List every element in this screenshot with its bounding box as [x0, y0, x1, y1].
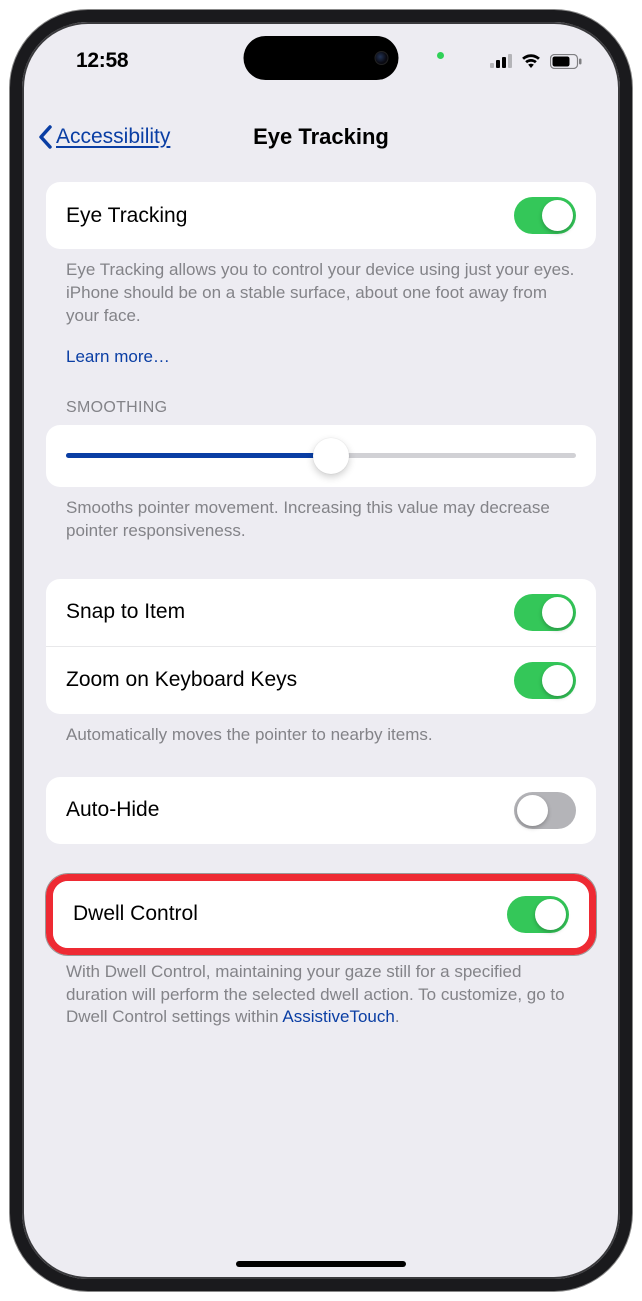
- auto-hide-card: Auto-Hide: [46, 777, 596, 844]
- eye-tracking-card: Eye Tracking: [46, 182, 596, 249]
- eye-tracking-footer: Eye Tracking allows you to control your …: [46, 249, 596, 328]
- smoothing-slider-card: [46, 425, 596, 487]
- dwell-control-toggle[interactable]: [507, 896, 569, 933]
- auto-hide-label: Auto-Hide: [66, 798, 159, 822]
- eye-tracking-row[interactable]: Eye Tracking: [46, 182, 596, 249]
- status-time: 12:58: [76, 49, 128, 73]
- dwell-control-row[interactable]: Dwell Control: [53, 881, 589, 948]
- eye-tracking-label: Eye Tracking: [66, 204, 187, 228]
- wifi-icon: [520, 53, 542, 69]
- chevron-left-icon: [36, 124, 54, 150]
- cellular-signal-icon: [490, 54, 512, 68]
- dwell-control-label: Dwell Control: [73, 902, 198, 926]
- nav-bar: Accessibility Eye Tracking: [22, 112, 620, 162]
- zoom-keys-label: Zoom on Keyboard Keys: [66, 668, 297, 692]
- back-label: Accessibility: [56, 125, 170, 149]
- camera-icon: [375, 51, 389, 65]
- slider-fill: [66, 453, 331, 458]
- snap-to-item-label: Snap to Item: [66, 600, 185, 624]
- home-indicator[interactable]: [236, 1261, 406, 1267]
- smoothing-header: SMOOTHING: [46, 399, 596, 425]
- snap-to-item-toggle[interactable]: [514, 594, 576, 631]
- snap-card: Snap to Item Zoom on Keyboard Keys: [46, 579, 596, 714]
- learn-more-link[interactable]: Learn more…: [66, 347, 170, 366]
- slider-knob-icon[interactable]: [313, 438, 349, 474]
- snap-footer: Automatically moves the pointer to nearb…: [46, 714, 596, 747]
- dynamic-island: [244, 36, 399, 80]
- snap-to-item-row[interactable]: Snap to Item: [46, 579, 596, 646]
- zoom-keys-toggle[interactable]: [514, 662, 576, 699]
- camera-active-indicator-icon: [437, 52, 444, 59]
- assistivetouch-link[interactable]: AssistiveTouch: [282, 1007, 394, 1026]
- dwell-footer: With Dwell Control, maintaining your gaz…: [46, 955, 596, 1030]
- page-title: Eye Tracking: [253, 124, 389, 150]
- eye-tracking-toggle[interactable]: [514, 197, 576, 234]
- smoothing-slider[interactable]: [66, 453, 576, 458]
- dwell-highlight: Dwell Control: [46, 874, 596, 955]
- smoothing-footer: Smooths pointer movement. Increasing thi…: [46, 487, 596, 543]
- auto-hide-row[interactable]: Auto-Hide: [46, 777, 596, 844]
- dwell-card: Dwell Control: [53, 881, 589, 948]
- battery-icon: [550, 54, 582, 69]
- zoom-keys-row[interactable]: Zoom on Keyboard Keys: [46, 646, 596, 714]
- back-button[interactable]: Accessibility: [36, 124, 170, 150]
- auto-hide-toggle[interactable]: [514, 792, 576, 829]
